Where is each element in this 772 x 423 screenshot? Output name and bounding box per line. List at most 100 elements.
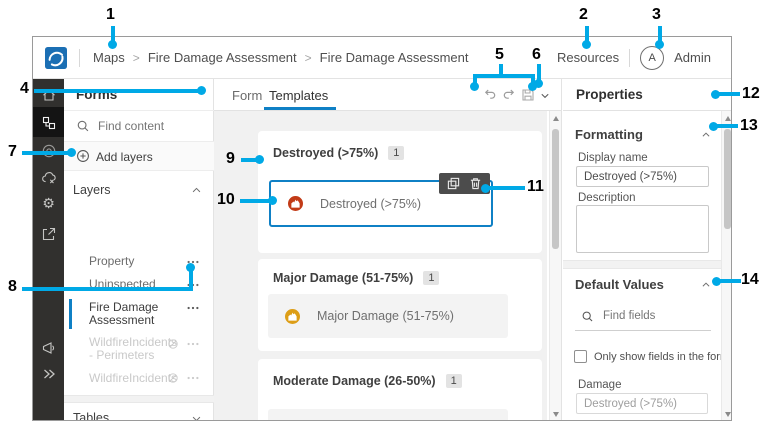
callout-line (22, 151, 70, 155)
app-window: Maps > Fire Damage Assessment > Fire Dam… (32, 36, 732, 421)
group-heading: Moderate Damage (26-50%) 1 (273, 374, 462, 388)
overflow-menu-icon[interactable] (186, 339, 200, 349)
not-allowed-icon (167, 338, 179, 350)
callout-dot (67, 148, 76, 157)
callout-line (719, 279, 741, 283)
callout-number: 14 (741, 271, 759, 289)
properties-scrollbar[interactable] (721, 111, 732, 421)
template-group-moderate-damage: Moderate Damage (26-50%) 1 Moderate Dama… (258, 359, 542, 421)
find-fields-search[interactable] (575, 303, 711, 331)
chevron-up-icon[interactable] (191, 185, 202, 196)
search-input[interactable] (96, 117, 206, 135)
settings-gear-icon[interactable]: ⚙ (40, 195, 57, 212)
find-fields-input[interactable] (601, 307, 701, 325)
layer-row-wildfire-incidents[interactable]: WildfireIncidents (64, 369, 214, 391)
callout-number: 5 (495, 46, 504, 64)
duplicate-icon[interactable] (447, 177, 460, 190)
layer-row-fire-damage-assessment[interactable]: Fire Damage Assessment (64, 297, 214, 331)
collapse-rail-icon[interactable] (40, 365, 57, 382)
scrollbar-thumb[interactable] (552, 129, 559, 249)
selected-layer-indicator (69, 299, 72, 329)
tab-templates-label: Templates (269, 88, 328, 103)
overflow-menu-icon[interactable] (186, 373, 200, 383)
chevron-up-icon[interactable] (701, 130, 711, 140)
group-title: Moderate Damage (26-50%) (273, 374, 436, 388)
breadcrumb: Maps > Fire Damage Assessment > Fire Dam… (93, 37, 469, 78)
callout-dot (470, 82, 479, 91)
tables-section-header[interactable]: Tables (64, 403, 214, 421)
user-menu[interactable]: Admin (674, 50, 711, 65)
search-icon (76, 119, 90, 133)
forms-panel-header: Forms (64, 79, 214, 111)
callout-dot (481, 184, 490, 193)
callout-number: 2 (579, 6, 588, 24)
template-group-destroyed: Destroyed (>75%) 1 Destroyed (>75%) (258, 131, 542, 253)
scroll-down-arrow[interactable] (553, 412, 559, 417)
damage-field-label: Damage (578, 379, 621, 391)
scroll-down-arrow[interactable] (725, 412, 731, 417)
layer-name: WildfireIncidents - Perimeters (89, 336, 167, 362)
description-textarea[interactable] (576, 205, 709, 253)
display-name-input[interactable] (576, 166, 709, 187)
group-title: Destroyed (>75%) (273, 146, 378, 160)
description-label: Description (578, 192, 636, 204)
forms-panel: Forms Add layers Layers (64, 79, 214, 421)
breadcrumb-separator-icon: > (305, 51, 312, 65)
navigation-rail: ⚙ (33, 79, 64, 421)
layer-row-wildfire-perimeters[interactable]: WildfireIncidents - Perimeters (64, 333, 214, 365)
plus-circle-icon (76, 149, 90, 163)
callout-number: 1 (106, 6, 115, 24)
chevron-up-icon[interactable] (701, 280, 711, 290)
group-heading: Destroyed (>75%) 1 (273, 146, 404, 160)
section-divider (563, 260, 721, 269)
not-allowed-icon (167, 372, 179, 384)
share-icon[interactable] (40, 225, 57, 242)
callout-line (473, 74, 535, 78)
only-show-fields-checkbox[interactable] (574, 350, 587, 363)
forms-icon[interactable] (40, 114, 57, 131)
template-card-moderate-damage[interactable]: Moderate Damage (26-50%) (268, 409, 508, 421)
undo-icon[interactable] (484, 88, 497, 101)
breadcrumb-maps[interactable]: Maps (93, 50, 125, 65)
templates-scrollbar[interactable] (549, 111, 561, 421)
group-count-badge: 1 (388, 146, 404, 160)
template-label: Major Damage (51-75%) (317, 309, 454, 323)
properties-title: Properties (576, 87, 643, 102)
scroll-up-arrow[interactable] (725, 116, 731, 121)
callout-number: 7 (8, 143, 17, 161)
callout-number: 6 (532, 46, 541, 64)
properties-header: Properties (563, 79, 732, 111)
damaged-house-icon (282, 191, 308, 217)
tab-form-label: Form (232, 88, 262, 103)
template-card-major-damage[interactable]: Major Damage (51-75%) (268, 294, 508, 338)
resources-link[interactable]: Resources (557, 50, 619, 65)
callout-line (240, 199, 271, 203)
template-group-major-damage: Major Damage (51-75%) 1 Major Damage (51… (258, 259, 542, 351)
damage-field-input[interactable] (576, 393, 708, 414)
add-layers-label: Add layers (96, 150, 153, 164)
breadcrumb-map-name[interactable]: Fire Damage Assessment (148, 50, 297, 65)
header-divider (629, 49, 630, 67)
header-divider (79, 49, 80, 67)
feedback-megaphone-icon[interactable] (40, 339, 57, 356)
layers-section-header[interactable]: Layers (73, 183, 111, 197)
annotated-screenshot: Maps > Fire Damage Assessment > Fire Dam… (0, 0, 772, 423)
scrollbar-thumb[interactable] (724, 129, 731, 229)
tab-form[interactable]: Form (232, 79, 262, 111)
redo-icon[interactable] (502, 88, 515, 101)
app-header: Maps > Fire Damage Assessment > Fire Dam… (33, 37, 731, 79)
layer-name: WildfireIncidents (89, 372, 167, 385)
user-avatar[interactable]: A (640, 46, 664, 70)
save-menu-chevron-icon[interactable] (540, 91, 550, 101)
callout-number: 12 (742, 85, 760, 103)
callout-line (718, 92, 740, 96)
add-layers-button[interactable]: Add layers (64, 142, 214, 171)
find-content-search[interactable] (64, 111, 214, 142)
scroll-up-arrow[interactable] (553, 116, 559, 121)
esri-logo-icon[interactable] (45, 47, 67, 69)
group-count-badge: 1 (423, 271, 439, 285)
offline-icon[interactable] (40, 169, 57, 186)
overflow-menu-icon[interactable] (186, 303, 200, 313)
breadcrumb-separator-icon: > (133, 51, 140, 65)
search-icon (581, 310, 594, 323)
